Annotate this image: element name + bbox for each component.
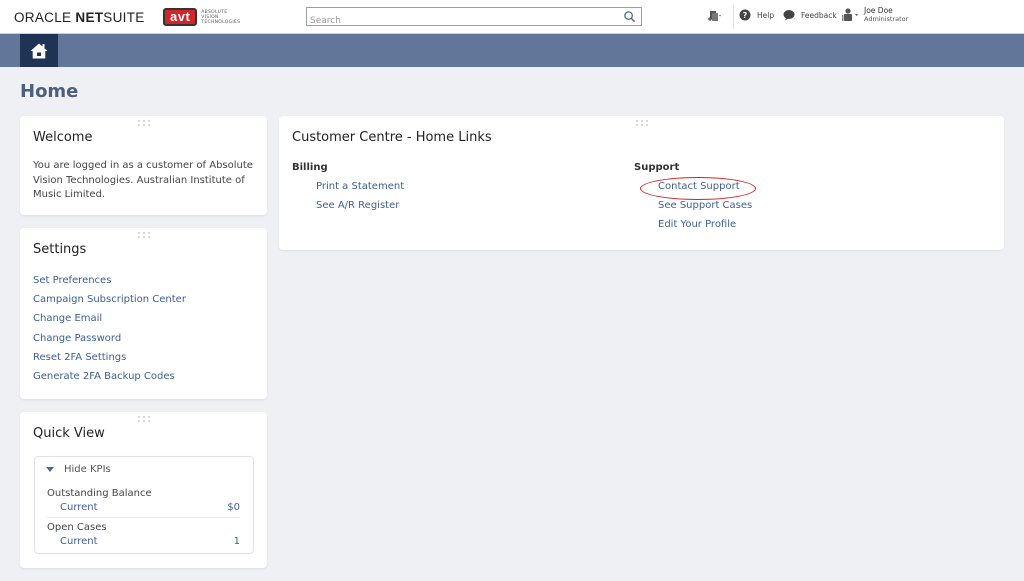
set-preferences-link[interactable]: Set Preferences	[33, 274, 186, 293]
billing-heading: Billing	[292, 162, 328, 173]
user-menu[interactable]: Joe Doe Administrator	[841, 6, 908, 24]
oracle-wordmark: ORACLE	[14, 10, 72, 25]
edit-your-profile-link[interactable]: Edit Your Profile	[658, 219, 736, 230]
page-title: Home	[20, 81, 79, 102]
user-info: Joe Doe Administrator	[864, 6, 908, 24]
reset-2fa-settings-link[interactable]: Reset 2FA Settings	[33, 351, 186, 370]
kpi-divider	[47, 517, 240, 518]
change-email-link[interactable]: Change Email	[33, 312, 186, 331]
kpi-label: Open Cases	[47, 522, 107, 533]
drag-handle[interactable]	[137, 232, 150, 238]
feedback-link[interactable]: Feedback	[783, 9, 837, 21]
hide-kpis-label: Hide KPIs	[64, 464, 111, 475]
hide-kpis-toggle[interactable]: Hide KPIs	[46, 464, 111, 475]
netsuite-wordmark-bold: NET	[75, 10, 104, 25]
user-role-icon	[842, 8, 858, 21]
global-search[interactable]	[306, 7, 642, 30]
top-bar: ORACLE NETSUITE avt Absolute Vision Tech…	[0, 0, 1024, 34]
home-button[interactable]	[20, 34, 58, 67]
home-icon	[30, 43, 48, 58]
drag-handle[interactable]	[635, 120, 648, 126]
generate-2fa-backup-codes-link[interactable]: Generate 2FA Backup Codes	[33, 370, 186, 389]
recent-records-menu[interactable]	[707, 10, 723, 24]
quick-view-portlet: Quick View Hide KPIs Outstanding Balance…	[20, 412, 267, 568]
see-support-cases-link[interactable]: See Support Cases	[658, 200, 752, 211]
help-link[interactable]: ? Help	[739, 9, 774, 21]
see-ar-register-link[interactable]: See A/R Register	[316, 200, 399, 211]
user-role: Administrator	[864, 15, 909, 23]
search-input[interactable]	[307, 12, 617, 30]
netsuite-wordmark-rest: SUITE	[103, 10, 145, 25]
avt-mark: avt	[163, 8, 198, 26]
settings-links: Set Preferences Campaign Subscription Ce…	[33, 274, 186, 389]
collapse-triangle-icon	[46, 467, 54, 472]
user-name: Joe Doe	[864, 6, 893, 15]
kpi-label: Outstanding Balance	[47, 488, 152, 499]
contact-support-link[interactable]: Contact Support	[658, 181, 740, 192]
svg-text:?: ?	[743, 11, 748, 20]
partner-logo: avt Absolute Vision Technologies	[163, 8, 240, 26]
toolbar-divider	[733, 5, 734, 29]
drag-handle[interactable]	[137, 120, 150, 126]
settings-portlet: Settings Set Preferences Campaign Subscr…	[20, 228, 267, 399]
drag-handle[interactable]	[137, 416, 150, 422]
welcome-portlet: Welcome You are logged in as a customer …	[20, 116, 267, 215]
home-links-portlet: Customer Centre - Home Links Billing Pri…	[279, 116, 1004, 250]
kpi-panel: Hide KPIs Outstanding Balance Current $0…	[34, 456, 254, 554]
kpi-current-link[interactable]: Current	[60, 502, 98, 513]
campaign-subscription-center-link[interactable]: Campaign Subscription Center	[33, 293, 186, 312]
partner-logo-text: Absolute Vision Technologies	[201, 10, 240, 25]
nav-bar	[0, 34, 1024, 67]
kpi-value[interactable]: 1	[234, 536, 240, 547]
partner-logo-line: Technologies	[201, 19, 241, 25]
home-links-title: Customer Centre - Home Links	[292, 130, 492, 145]
help-label: Help	[757, 10, 775, 20]
oracle-netsuite-logo[interactable]: ORACLE NETSUITE	[14, 10, 145, 25]
welcome-title: Welcome	[33, 130, 93, 145]
recent-records-icon	[708, 11, 721, 21]
kpi-value[interactable]: $0	[227, 502, 240, 513]
kpi-current-link[interactable]: Current	[60, 536, 98, 547]
search-icon[interactable]	[623, 10, 636, 23]
print-statement-link[interactable]: Print a Statement	[316, 181, 404, 192]
welcome-text: You are logged in as a customer of Absol…	[33, 160, 253, 200]
quick-view-title: Quick View	[33, 426, 105, 441]
support-heading: Support	[634, 162, 680, 173]
change-password-link[interactable]: Change Password	[33, 332, 186, 351]
help-icon: ?	[739, 9, 751, 21]
feedback-icon	[783, 10, 795, 21]
settings-title: Settings	[33, 242, 87, 257]
feedback-label: Feedback	[801, 10, 837, 20]
